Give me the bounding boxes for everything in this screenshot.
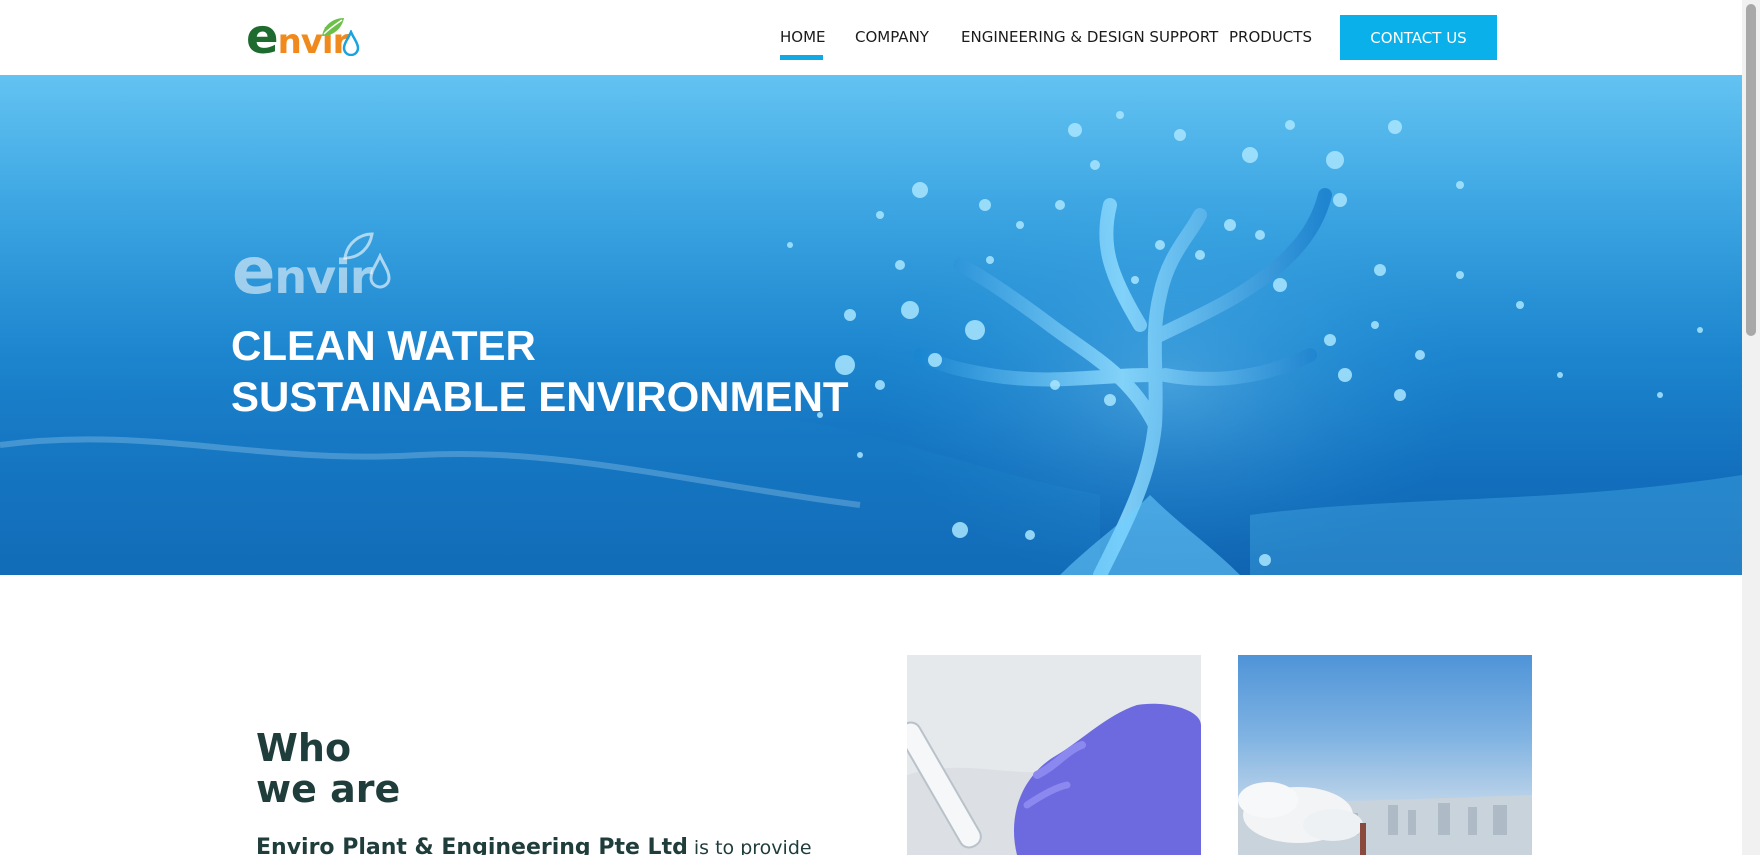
- enviro-logo[interactable]: envir: [246, 13, 361, 62]
- company-name: Enviro Plant & Engineering Pte Ltd: [256, 835, 688, 855]
- nav-company[interactable]: COMPANY: [855, 28, 929, 46]
- hero-enviro-logo: envir: [232, 231, 402, 309]
- city-smoke-sky-image: [1238, 655, 1532, 855]
- site-header: envir HOME COMPANY ENGINEERING & DESIGN …: [0, 0, 1742, 75]
- hero-banner: envir CLEAN WATER SUSTAINABLE ENVIRONMEN…: [0, 75, 1742, 575]
- hero-water-drop-icon: [369, 253, 391, 289]
- who-we-are-heading: Who we are: [256, 726, 401, 811]
- nav-products[interactable]: PRODUCTS: [1229, 28, 1312, 46]
- lab-test-tube-glove-image: [907, 655, 1201, 855]
- hero-title-line-2: SUSTAINABLE ENVIRONMENT: [231, 373, 849, 420]
- water-drop-icon: [342, 30, 360, 56]
- nav-engineering-design-support[interactable]: ENGINEERING & DESIGN SUPPORT: [961, 28, 1218, 46]
- nav-home[interactable]: HOME: [780, 28, 826, 46]
- scrollbar-thumb[interactable]: [1746, 4, 1756, 336]
- who-we-are-intro: Enviro Plant & Engineering Pte Ltd is to…: [256, 835, 812, 855]
- contact-us-button[interactable]: CONTACT US: [1340, 15, 1497, 60]
- active-nav-indicator: [780, 55, 823, 60]
- hero-title: CLEAN WATER SUSTAINABLE ENVIRONMENT: [231, 320, 849, 422]
- page-scrollbar[interactable]: [1742, 0, 1760, 855]
- hero-title-line-1: CLEAN WATER: [231, 322, 536, 369]
- intro-text: is to provide: [687, 837, 812, 855]
